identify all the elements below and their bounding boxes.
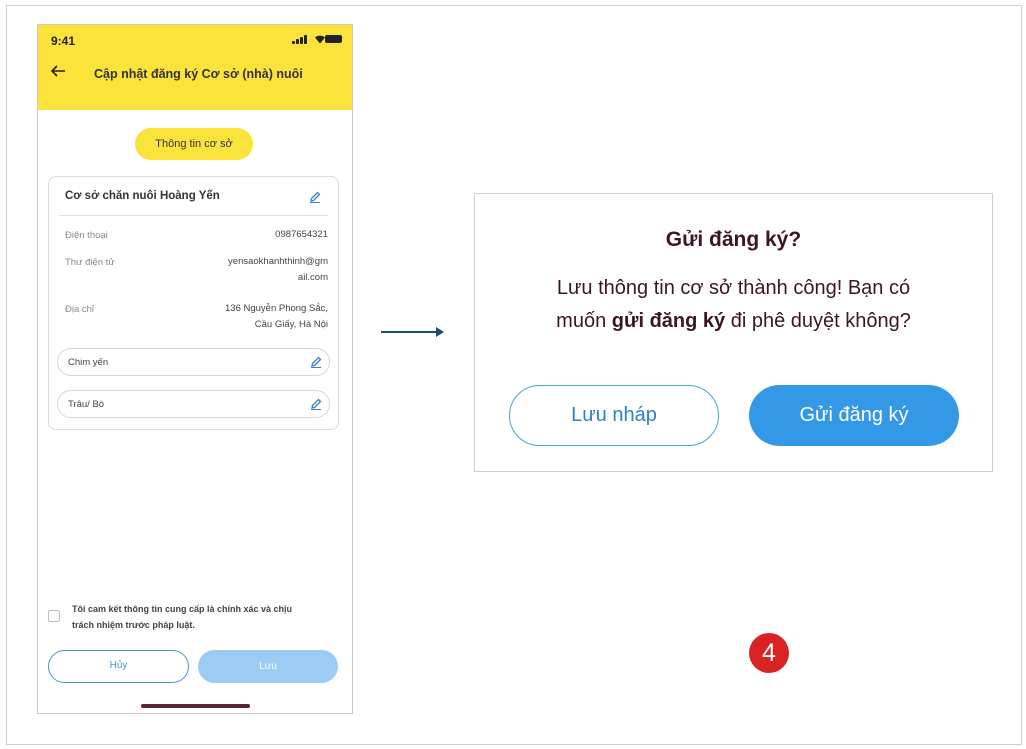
edit-pencil-icon[interactable] bbox=[308, 190, 322, 204]
app-header: 9:41 Cập nhật đăng ký Cơ sở (nhà) nuôi bbox=[38, 25, 352, 110]
edit-pencil-icon[interactable] bbox=[309, 397, 323, 411]
address-value: 136 Nguyễn Phong Sắc, Cầu Giấy, Hà Nội bbox=[225, 303, 328, 330]
animal-item-chim-yen[interactable]: Chim yến bbox=[57, 348, 330, 376]
status-icons bbox=[292, 34, 342, 44]
commitment-checkbox[interactable] bbox=[48, 610, 60, 622]
address-label: Địa chỉ bbox=[65, 304, 95, 315]
home-indicator bbox=[141, 704, 250, 708]
right-arrow-icon bbox=[381, 327, 444, 337]
battery-icon bbox=[325, 35, 342, 43]
phone-label: Điện thoại bbox=[65, 230, 108, 241]
card-divider bbox=[59, 215, 328, 216]
back-arrow-icon[interactable] bbox=[50, 63, 66, 83]
facility-name: Cơ sở chăn nuôi Hoàng Yến bbox=[65, 190, 220, 202]
facility-card: Cơ sở chăn nuôi Hoàng Yến Điện thoại 098… bbox=[48, 176, 339, 430]
phone-screen: 9:41 Cập nhật đăng ký Cơ sở (nhà) nuôi T… bbox=[37, 24, 353, 714]
edit-pencil-icon[interactable] bbox=[309, 355, 323, 369]
email-label: Thư điện tử bbox=[65, 257, 115, 268]
email-value: yensaokhanhthinh@gm ail.com bbox=[228, 256, 328, 283]
animal-item-trau-bo[interactable]: Trâu/ Bò bbox=[57, 390, 330, 418]
section-pill-facility-info[interactable]: Thông tin cơ sở bbox=[135, 128, 253, 160]
status-time: 9:41 bbox=[51, 34, 76, 48]
commitment-text: Tôi cam kết thông tin cung cấp là chính … bbox=[72, 604, 293, 630]
animal-label: Chim yến bbox=[68, 357, 109, 368]
dialog-message: Lưu thông tin cơ sở thành công! Bạn có m… bbox=[556, 277, 911, 332]
submit-registration-button[interactable]: Gửi đăng ký bbox=[749, 385, 959, 446]
cancel-button[interactable]: Hủy bbox=[48, 650, 189, 683]
phone-value: 0987654321 bbox=[275, 229, 328, 240]
step-number-badge: 4 bbox=[749, 633, 789, 673]
submit-registration-dialog: Gửi đăng ký? Lưu thông tin cơ sở thành c… bbox=[474, 193, 993, 472]
animal-label: Trâu/ Bò bbox=[68, 399, 105, 410]
dialog-title: Gửi đăng ký? bbox=[665, 228, 802, 251]
header-title: Cập nhật đăng ký Cơ sở (nhà) nuôi bbox=[94, 67, 303, 81]
save-button[interactable]: Lưu bbox=[198, 650, 338, 683]
save-draft-button[interactable]: Lưu nháp bbox=[509, 385, 719, 446]
